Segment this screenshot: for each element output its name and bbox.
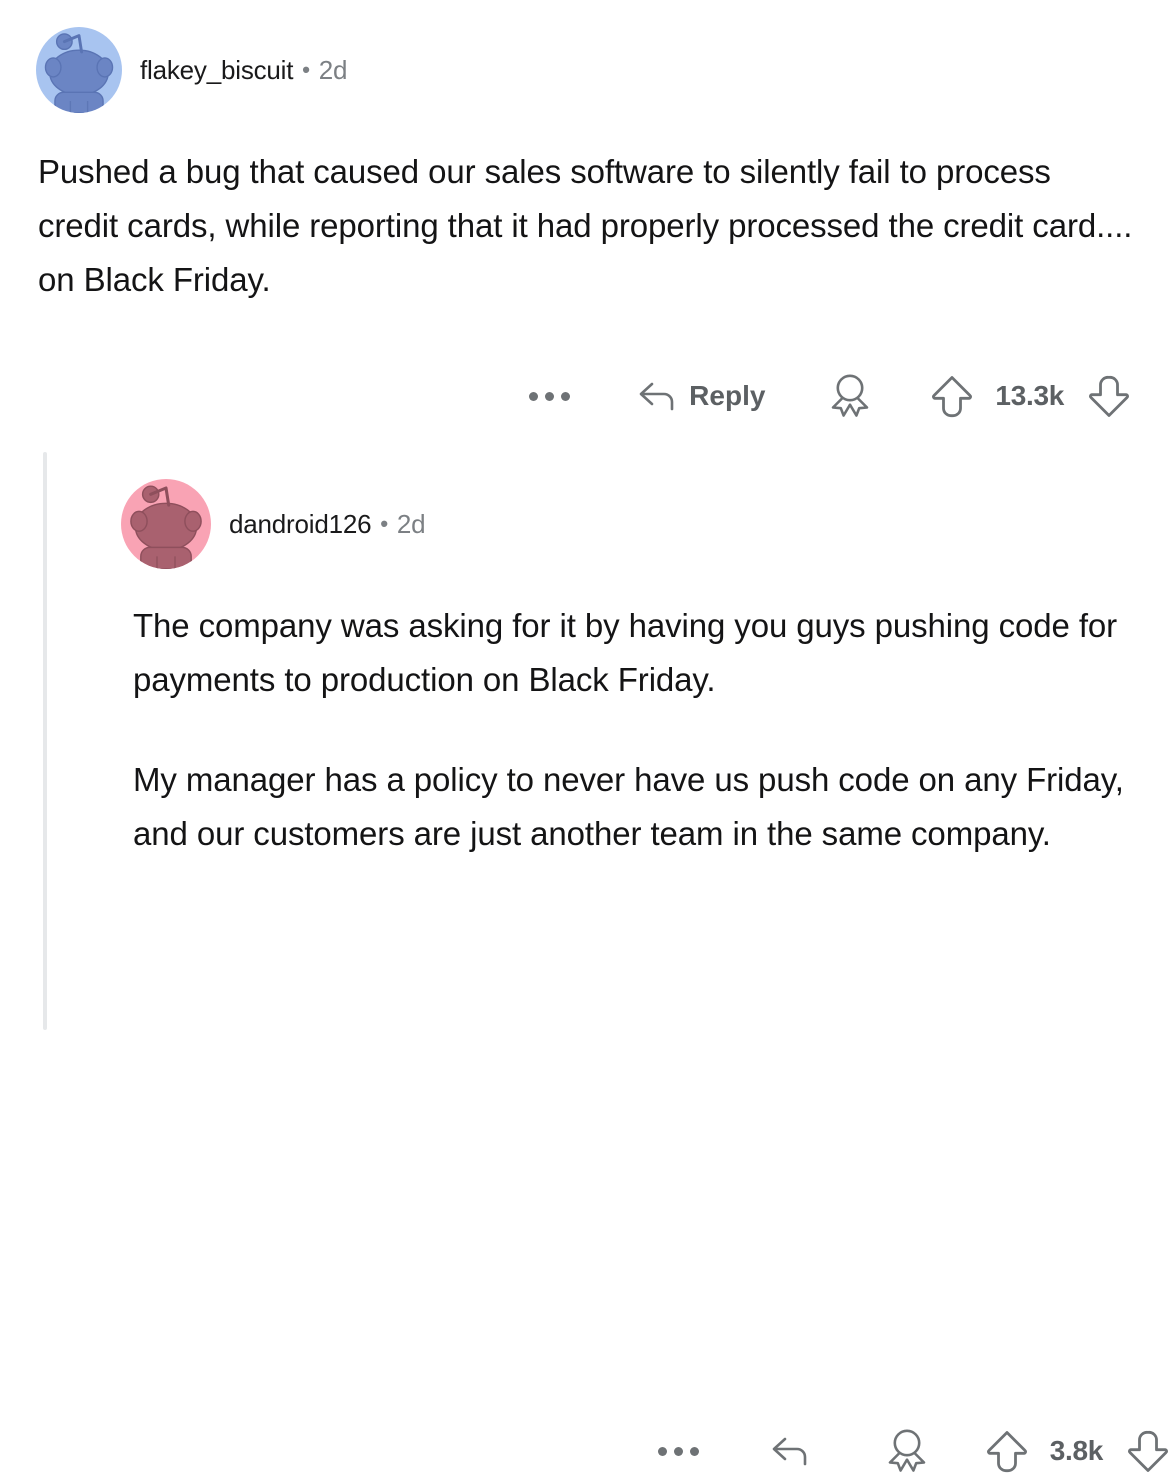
downvote-button[interactable] xyxy=(1127,1428,1169,1474)
more-options-button[interactable] xyxy=(529,391,571,401)
comment-author[interactable]: dandroid126 xyxy=(229,509,372,540)
comment-body: The company was asking for it by having … xyxy=(133,599,1170,861)
reply-button[interactable]: Reply xyxy=(638,380,765,412)
comment-timestamp: 2d xyxy=(396,508,426,539)
vote-group: 3.8k xyxy=(986,1428,1169,1474)
reply-arrow-icon xyxy=(772,1437,807,1466)
upvote-button[interactable] xyxy=(931,373,973,419)
reply-label: Reply xyxy=(689,380,766,411)
downvote-button[interactable] xyxy=(1088,373,1130,419)
award-ribbon-icon xyxy=(832,374,869,417)
award-button[interactable] xyxy=(827,372,873,420)
reply-button[interactable] xyxy=(771,1435,822,1467)
ellipsis-dot xyxy=(529,391,539,401)
comment-header: dandroid126 • 2d xyxy=(121,479,426,569)
vote-group: 13.3k xyxy=(931,373,1130,419)
avatar[interactable] xyxy=(36,27,122,113)
author-line: dandroid126 • 2d xyxy=(229,508,426,540)
ellipsis-dot xyxy=(561,391,571,401)
comment-action-bar: Reply 13.3k xyxy=(470,372,1130,420)
downvote-arrow-icon xyxy=(1128,1430,1168,1472)
author-separator: • xyxy=(380,510,388,536)
ellipsis-dot xyxy=(673,1446,683,1456)
author-line: flakey_biscuit • 2d xyxy=(140,54,348,86)
upvote-arrow-icon xyxy=(932,376,973,418)
avatar[interactable] xyxy=(121,479,211,569)
comment-header: flakey_biscuit • 2d xyxy=(36,27,348,113)
ellipsis-dot xyxy=(657,1446,667,1456)
vote-count: 3.8k xyxy=(1049,1435,1104,1466)
comment-body: Pushed a bug that caused our sales softw… xyxy=(38,145,1133,307)
more-options-button[interactable] xyxy=(657,1446,699,1456)
vote-count: 13.3k xyxy=(995,380,1064,411)
comment-paragraph: Pushed a bug that caused our sales softw… xyxy=(38,153,1133,299)
ellipsis-dot xyxy=(545,391,555,401)
comment-author[interactable]: flakey_biscuit xyxy=(140,55,293,86)
reddit-snoo-avatar-icon xyxy=(44,33,114,113)
comment-paragraph: The company was asking for it by having … xyxy=(133,607,1118,699)
award-ribbon-icon xyxy=(888,1429,926,1472)
nested-thread: dandroid126 • 2d The company was asking … xyxy=(43,452,1170,1473)
comment-action-bar: 3.8k xyxy=(639,1427,1169,1475)
comment-timestamp: 2d xyxy=(318,54,348,85)
ellipsis-dot xyxy=(689,1446,699,1456)
award-button[interactable] xyxy=(884,1427,930,1475)
reddit-snoo-avatar-icon xyxy=(130,485,202,569)
upvote-arrow-icon xyxy=(986,1431,1027,1473)
thread-collapse-line[interactable] xyxy=(43,452,47,1030)
reply-arrow-icon xyxy=(639,382,674,411)
author-separator: • xyxy=(302,56,310,82)
upvote-button[interactable] xyxy=(986,1428,1028,1474)
downvote-arrow-icon xyxy=(1089,375,1129,417)
comment-paragraph: My manager has a policy to never have us… xyxy=(133,761,1124,853)
